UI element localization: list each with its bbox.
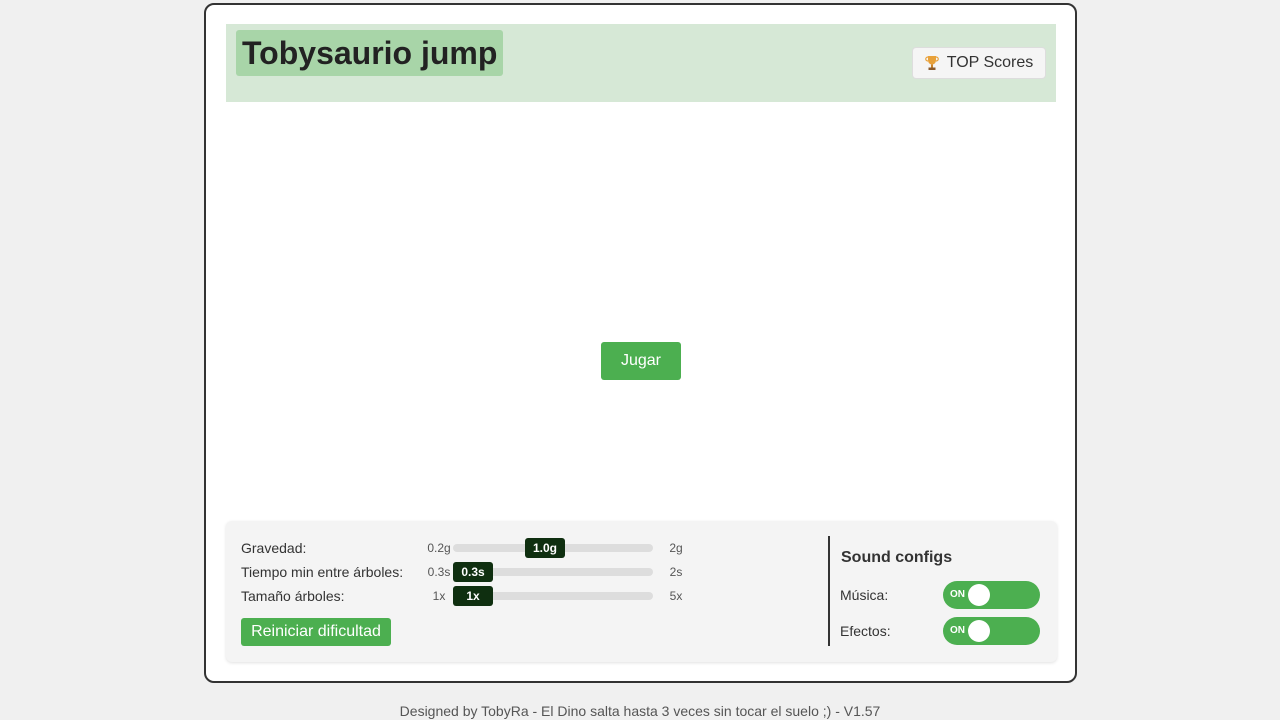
tree-size-row: Tamaño árboles: 1x 1x 5x	[241, 584, 801, 608]
play-button[interactable]: Jugar	[601, 342, 681, 380]
tree-size-slider[interactable]: 1x	[453, 586, 653, 606]
top-scores-label: TOP Scores	[946, 54, 1034, 71]
tree-interval-label: Tiempo min entre árboles:	[241, 564, 404, 580]
music-label: Música:	[840, 587, 889, 603]
music-toggle[interactable]: ON	[943, 581, 1040, 609]
tree-interval-slider[interactable]: 0.3s	[453, 562, 653, 582]
trophy-icon	[924, 55, 939, 71]
tree-size-max: 5x	[669, 589, 683, 603]
sound-configs-title: Sound configs	[841, 549, 953, 566]
gravity-row: Gravedad: 0.2g 1.0g 2g	[241, 536, 801, 560]
reset-difficulty-button[interactable]: Reiniciar dificultad	[241, 618, 391, 646]
music-toggle-knob	[968, 584, 990, 606]
effects-toggle-state: ON	[950, 625, 965, 636]
effects-toggle[interactable]: ON	[943, 617, 1040, 645]
footer-text: Designed by TobyRa - El Dino salta hasta…	[399, 703, 881, 719]
tree-interval-max: 2s	[669, 565, 683, 579]
gravity-slider[interactable]: 1.0g	[453, 538, 653, 558]
top-scores-button[interactable]: TOP Scores	[912, 47, 1046, 79]
settings-panel: Gravedad: 0.2g 1.0g 2g Tiempo min entre …	[226, 521, 1057, 662]
tree-interval-row: Tiempo min entre árboles: 0.3s 0.3s 2s	[241, 560, 801, 584]
game-card: Tobysaurio jump TOP Scores Jugar Graveda…	[204, 3, 1077, 683]
gravity-label: Gravedad:	[241, 540, 307, 556]
tree-interval-slider-thumb[interactable]: 0.3s	[453, 562, 493, 582]
effects-toggle-knob	[968, 620, 990, 642]
tree-size-label: Tamaño árboles:	[241, 588, 345, 604]
effects-label: Efectos:	[840, 623, 891, 639]
music-toggle-state: ON	[950, 589, 965, 600]
sound-configs-panel: Sound configs Música: ON Efectos: ON	[828, 536, 1043, 646]
header-bar: Tobysaurio jump TOP Scores	[226, 24, 1056, 102]
page-title: Tobysaurio jump	[236, 30, 504, 76]
gravity-slider-thumb[interactable]: 1.0g	[525, 538, 565, 558]
tree-size-slider-thumb[interactable]: 1x	[453, 586, 493, 606]
gravity-max: 2g	[669, 541, 683, 555]
